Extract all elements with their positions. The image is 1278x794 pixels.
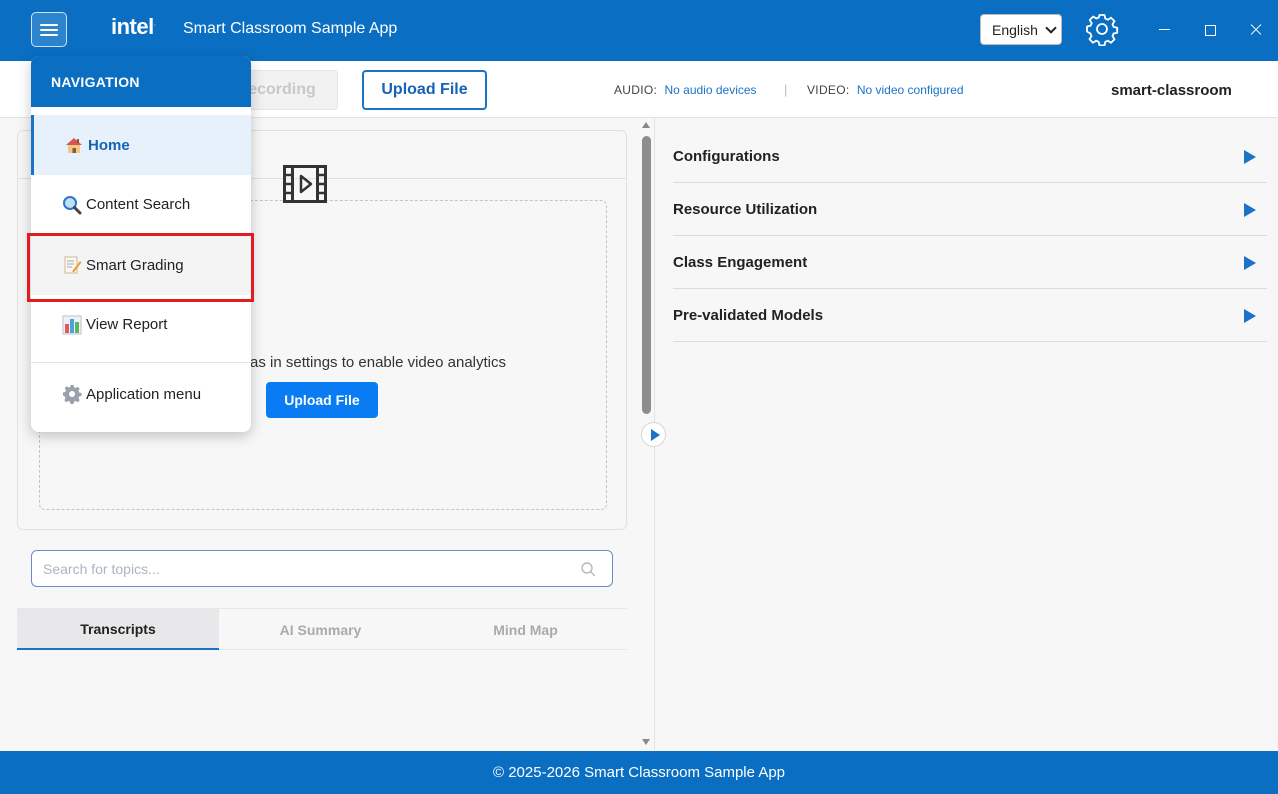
app-title: Smart Classroom Sample App xyxy=(183,20,398,37)
accordion-class-engagement[interactable]: Class Engagement xyxy=(673,236,1267,289)
video-film-icon xyxy=(283,165,327,203)
language-select-value: English xyxy=(992,21,1038,38)
window-close-button[interactable] xyxy=(1242,16,1270,44)
nav-item-application-menu[interactable]: Application menu xyxy=(31,364,251,424)
accordion-label: Pre-validated Models xyxy=(673,307,824,324)
upload-file-button[interactable]: Upload File xyxy=(362,70,487,110)
nav-item-content-search[interactable]: Content Search xyxy=(31,175,251,235)
expand-arrow-icon[interactable] xyxy=(1244,256,1256,270)
expand-arrow-icon[interactable] xyxy=(1244,309,1256,323)
audio-status: AUDIO: No audio devices xyxy=(614,83,757,97)
scroll-up-arrow-icon[interactable] xyxy=(642,122,650,128)
settings-gear-icon[interactable] xyxy=(1085,12,1119,46)
navigation-menu: NAVIGATION Home Content Search Smart Gra… xyxy=(31,56,251,432)
language-select[interactable]: English xyxy=(980,14,1062,45)
chevron-down-icon xyxy=(1045,22,1057,34)
video-status: VIDEO: No video configured xyxy=(807,83,964,97)
expand-arrow-icon[interactable] xyxy=(1244,150,1256,164)
tab-mind-map[interactable]: Mind Map xyxy=(424,609,627,650)
nav-item-label: Home xyxy=(88,136,130,154)
topic-search-box xyxy=(31,550,613,587)
project-name: smart-classroom xyxy=(1111,82,1232,99)
nav-item-view-report[interactable]: View Report xyxy=(31,295,251,363)
video-analytics-message: as in settings to enable video analytics xyxy=(250,354,506,371)
nav-item-label: Content Search xyxy=(86,196,191,213)
accordion-configurations[interactable]: Configurations xyxy=(673,130,1267,183)
accordion-label: Resource Utilization xyxy=(673,201,818,218)
expand-arrow-icon[interactable] xyxy=(1244,203,1256,217)
record-button-label: ecording xyxy=(248,81,316,98)
window-minimize-button[interactable] xyxy=(1150,16,1178,44)
app-footer: © 2025-2026 Smart Classroom Sample App xyxy=(0,751,1278,794)
nav-item-label: Application menu xyxy=(86,385,202,403)
nav-item-label: View Report xyxy=(86,316,168,333)
audio-status-value[interactable]: No audio devices xyxy=(664,83,756,97)
upload-file-primary-button[interactable]: Upload File xyxy=(266,382,378,418)
video-status-label: VIDEO: xyxy=(807,83,850,97)
settings-accordion: Configurations Resource Utilization Clas… xyxy=(673,130,1267,342)
search-icon[interactable] xyxy=(580,561,596,577)
video-status-value[interactable]: No video configured xyxy=(857,83,964,97)
nav-item-smart-grading[interactable]: Smart Grading xyxy=(31,235,251,295)
hamburger-icon xyxy=(40,23,58,36)
tab-ai-summary[interactable]: AI Summary xyxy=(219,609,422,650)
audio-status-label: AUDIO: xyxy=(614,83,658,97)
accordion-pre-validated-models[interactable]: Pre-validated Models xyxy=(673,289,1267,342)
scrollbar-thumb[interactable] xyxy=(642,136,651,414)
accordion-label: Configurations xyxy=(673,148,780,165)
home-icon xyxy=(66,138,82,153)
content-tabs: Transcripts AI Summary Mind Map xyxy=(17,608,627,650)
magnifier-icon xyxy=(63,195,82,214)
tab-transcripts[interactable]: Transcripts xyxy=(17,609,219,650)
nav-item-home[interactable]: Home xyxy=(31,115,251,175)
window-maximize-button[interactable] xyxy=(1196,16,1224,44)
gear-icon xyxy=(63,385,82,404)
bar-chart-icon xyxy=(62,315,82,334)
scroll-down-arrow-icon[interactable] xyxy=(642,739,650,745)
app-header: intel. Smart Classroom Sample App Englis… xyxy=(0,0,1278,61)
topic-search-input[interactable] xyxy=(43,559,563,579)
memo-icon xyxy=(64,256,82,274)
hamburger-menu-button[interactable] xyxy=(31,12,67,47)
intel-logo: intel. xyxy=(111,14,156,39)
nav-item-label: Smart Grading xyxy=(86,256,184,274)
status-separator: | xyxy=(784,82,788,97)
navigation-title: NAVIGATION xyxy=(31,56,251,107)
collapse-panel-button[interactable] xyxy=(641,422,666,447)
accordion-label: Class Engagement xyxy=(673,254,808,271)
accordion-resource-utilization[interactable]: Resource Utilization xyxy=(673,183,1267,236)
